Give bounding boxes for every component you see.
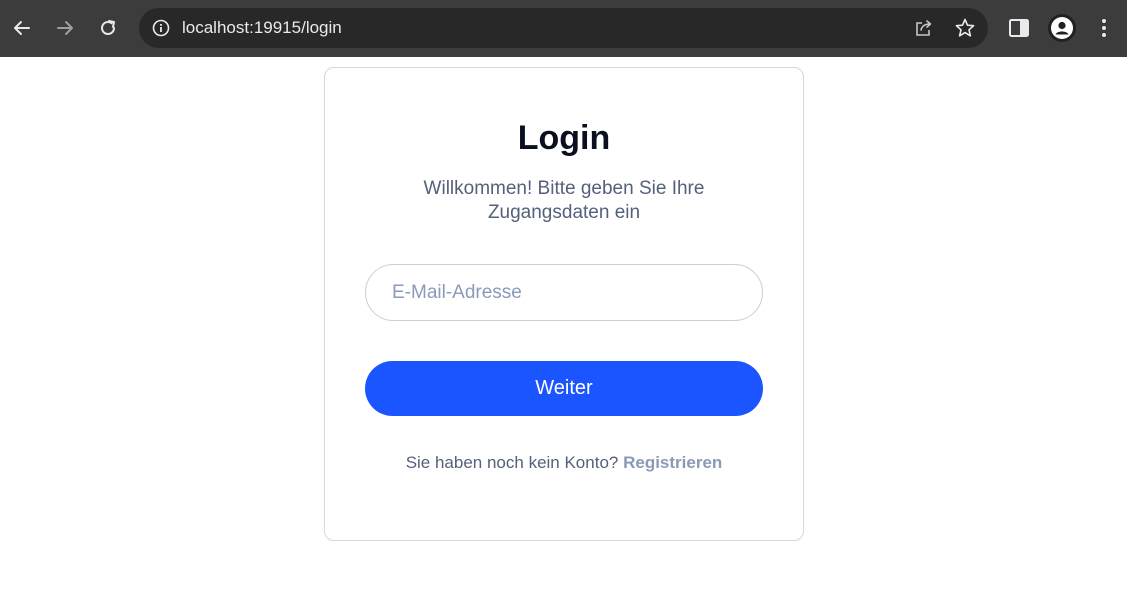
info-icon[interactable] [152,19,170,37]
address-bar[interactable]: localhost:19915/login [139,8,988,48]
url-text[interactable]: localhost:19915/login [182,18,342,38]
forward-button[interactable] [51,14,79,42]
register-row: Sie haben noch kein Konto? Registrieren [325,453,803,473]
kebab-menu-icon[interactable] [1094,16,1114,40]
login-subtitle: Willkommen! Bitte geben Sie Ihre Zugangs… [423,178,705,223]
continue-button[interactable]: Weiter [365,361,763,416]
back-arrow-icon [14,21,30,35]
page-title: Login [517,119,611,157]
browser-toolbar: localhost:19915/login [0,0,1127,57]
register-prompt: Sie haben noch kein Konto? [405,453,619,472]
profile-button[interactable] [1048,14,1076,42]
share-icon[interactable] [914,18,934,38]
reload-button[interactable] [94,14,122,42]
forward-arrow-icon [57,21,73,35]
star-icon[interactable] [954,17,976,39]
register-link[interactable]: Registrieren [623,453,722,472]
back-button[interactable] [8,14,36,42]
profile-icon [1051,17,1073,39]
reload-icon [101,20,115,35]
side-panel-icon[interactable] [1008,17,1030,39]
email-field[interactable] [365,264,763,321]
login-card: Login Willkommen! Bitte geben Sie Ihre Z… [324,67,804,541]
